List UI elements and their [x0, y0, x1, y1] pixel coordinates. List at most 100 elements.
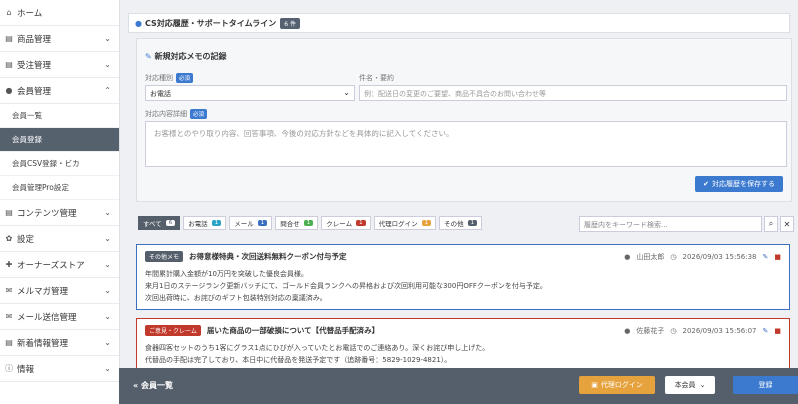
sidebar-item[interactable]: ✿ 設定 ⌄ [0, 226, 119, 252]
sidebar-item-label: メルマガ管理 [17, 286, 69, 297]
sidebar-subitem-label: 会員登録 [12, 135, 42, 144]
filter-count: 1 [303, 220, 314, 226]
entry-title: お得意様特典・次回送料無料クーポン付与予定 [189, 252, 347, 261]
clear-search-button[interactable]: ✕ [780, 216, 794, 232]
info-icon: ⓘ [5, 364, 13, 373]
filter-label: すべて [143, 220, 162, 228]
detail-label-row: 対応内容詳細 必須 [145, 109, 208, 119]
filter-count: 1 [421, 220, 432, 226]
filter-tab[interactable]: お電話 1 [183, 216, 227, 230]
filter-label: 問合せ [280, 220, 300, 228]
sidebar-item[interactable]: ⓘ 情報 ⌄ [0, 356, 119, 382]
filter-tab[interactable]: メール 1 [229, 216, 273, 230]
proxy-login-label: 代理ログイン [600, 381, 643, 389]
type-label: 対応種別 [145, 74, 173, 82]
sidebar-subitem[interactable]: 会員CSV登録・ビカ [0, 152, 119, 176]
entry-author: 山田太郎 [636, 253, 665, 261]
filter-tab[interactable]: すべて 6 [138, 216, 181, 230]
proxy-login-button[interactable]: ▣ 代理ログイン [579, 376, 655, 394]
filter-count: 1 [257, 220, 268, 226]
user-icon: ● [624, 253, 631, 261]
main-content: ● CS対応履歴・サポートタイムライン 6 件 ✎ 新規対応メモの記録 対応種別… [128, 0, 798, 404]
filter-tabs: すべて 6 お電話 1 メール 1 問合せ 1 クレーム 1 代理ログイン 1 その他 1 [138, 216, 483, 230]
entry-meta: ● 佐藤花子 ◷ 2026/09/03 15:56:07 ✎ ■ [624, 326, 781, 336]
edit-icon[interactable]: ✎ [763, 253, 769, 261]
chevron-icon: ⌄ [104, 34, 111, 43]
sidebar-subitem[interactable]: 会員管理Pro設定 [0, 176, 119, 200]
sidebar-item-label: 受注管理 [17, 60, 52, 71]
sidebar-item[interactable]: ✉ メルマガ管理 ⌄ [0, 278, 119, 304]
user-icon: ● [624, 327, 631, 335]
member-icon: ● [5, 86, 13, 95]
login-icon: ▣ [591, 381, 598, 389]
filter-label: 代理ログイン [378, 220, 418, 228]
entry-date: 2026/09/03 15:56:38 [682, 253, 757, 261]
double-chevron-left-icon: « [133, 381, 139, 390]
sidebar-item[interactable]: ▤ 受注管理 ⌄ [0, 52, 119, 78]
sidebar-item[interactable]: ● 会員管理 ⌃ [0, 78, 119, 104]
filter-count: 1 [211, 220, 222, 226]
save-history-label: 対応履歴を保存する [712, 180, 775, 188]
back-label: 会員一覧 [140, 381, 173, 390]
register-label: 登録 [758, 381, 773, 389]
member-status-select[interactable]: 本会員 ⌄ [665, 376, 715, 394]
sidebar-item[interactable]: ▤ コンテンツ管理 ⌄ [0, 200, 119, 226]
sidebar-item[interactable]: ✉ メール送信管理 ⌄ [0, 304, 119, 330]
subject-input[interactable]: 例：配送日の変更のご要望、商品不具合のお問い合わせ等 [359, 85, 787, 101]
sidebar-subitem[interactable]: 会員一覧 [0, 104, 119, 128]
detail-textarea[interactable]: お客様とのやり取り内容、回答事項、今後の対応方針などを具体的に記入してください。 [145, 121, 787, 167]
entry-type-badge: ご意見・クレーム [145, 325, 201, 336]
history-search-input[interactable]: 履歴内をキーワード検索... [579, 216, 762, 232]
back-to-list-link[interactable]: « 会員一覧 [133, 380, 173, 391]
sidebar-item-label: 商品管理 [17, 34, 52, 45]
filter-label: クレーム [326, 220, 353, 228]
chevron-icon: ⌄ [104, 208, 111, 217]
save-history-button[interactable]: ✔ 対応履歴を保存する [695, 176, 783, 192]
product-icon: ▤ [5, 34, 13, 43]
timeline-header: ● CS対応履歴・サポートタイムライン 6 件 [128, 13, 790, 33]
new-memo-panel: ✎ 新規対応メモの記録 対応種別 必須 件名・要約 お電話 ⌄ 例：配送日の変更の… [136, 38, 792, 202]
sidebar-subitem-label: 会員CSV登録・ビカ [12, 159, 80, 168]
sidebar-item[interactable]: ▤ 新着情報管理 ⌄ [0, 330, 119, 356]
type-select[interactable]: お電話 ⌄ [145, 85, 355, 101]
type-select-value: お電話 [150, 90, 171, 98]
bottom-action-bar: « 会員一覧 ▣ 代理ログイン 本会員 ⌄ 登録 [119, 368, 798, 404]
clock-icon: ◷ [670, 327, 677, 335]
chevron-icon: ⌃ [104, 86, 111, 95]
home-icon: ⌂ [6, 8, 12, 17]
entry-body-line: 次回出荷時に、お詫びのギフト包装特別対応の稟議済み。 [145, 294, 327, 302]
timeline-title: CS対応履歴・サポートタイムライン [144, 18, 277, 28]
filter-tab[interactable]: 問合せ 1 [275, 216, 319, 230]
trash-icon[interactable]: ■ [774, 253, 781, 261]
edit-icon[interactable]: ✎ [763, 327, 769, 335]
search-button[interactable]: ⌕ [764, 216, 778, 232]
check-icon: ✔ [703, 180, 709, 188]
member-status-value: 本会員 [674, 381, 696, 389]
filter-tab[interactable]: 代理ログイン 1 [373, 216, 437, 230]
sidebar-item[interactable]: ▤ 商品管理 ⌄ [0, 26, 119, 52]
entry-body-line: 代替品の手配は完了しており、本日中に代替品を発送予定です（追跡番号：5829-1… [145, 356, 452, 364]
register-button[interactable]: 登録 [733, 376, 798, 394]
filter-label: その他 [444, 220, 464, 228]
chat-icon: ● [135, 18, 142, 28]
content-icon: ▤ [5, 208, 13, 217]
entry-date: 2026/09/03 15:56:07 [682, 327, 757, 335]
sidebar-item[interactable]: ⌂ ホーム [0, 0, 119, 26]
type-label-row: 対応種別 必須 [145, 73, 194, 83]
mail-send-icon: ✉ [5, 312, 13, 321]
filter-tab[interactable]: その他 1 [439, 216, 483, 230]
required-badge: 必須 [176, 73, 194, 83]
trash-icon[interactable]: ■ [774, 327, 781, 335]
entry-body-line: 年間累計購入金額が10万円を突破した優良会員様。 [145, 270, 308, 278]
sidebar-item[interactable]: ✚ オーナーズストア ⌄ [0, 252, 119, 278]
sidebar-subitem[interactable]: 会員登録 [0, 128, 119, 152]
filter-tab[interactable]: クレーム 1 [321, 216, 371, 230]
history-entry: その他メモ お得意様特典・次回送料無料クーポン付与予定 ● 山田太郎 ◷ 2026/09/… [136, 244, 790, 310]
sidebar: ⌂ ホーム ▤ 商品管理 ⌄ ▤ 受注管理 ⌄ ● 会員管理 ⌃ 会員一覧会員登録会員CSV登録・ビ… [0, 0, 120, 404]
sidebar-item-label: オーナーズストア [17, 260, 85, 271]
sidebar-item-label: 会員管理 [17, 86, 52, 97]
chevron-icon: ⌄ [104, 286, 111, 295]
clock-icon: ◷ [670, 253, 677, 261]
chevron-down-icon: ⌄ [699, 381, 706, 389]
chevron-icon: ⌄ [104, 60, 111, 69]
